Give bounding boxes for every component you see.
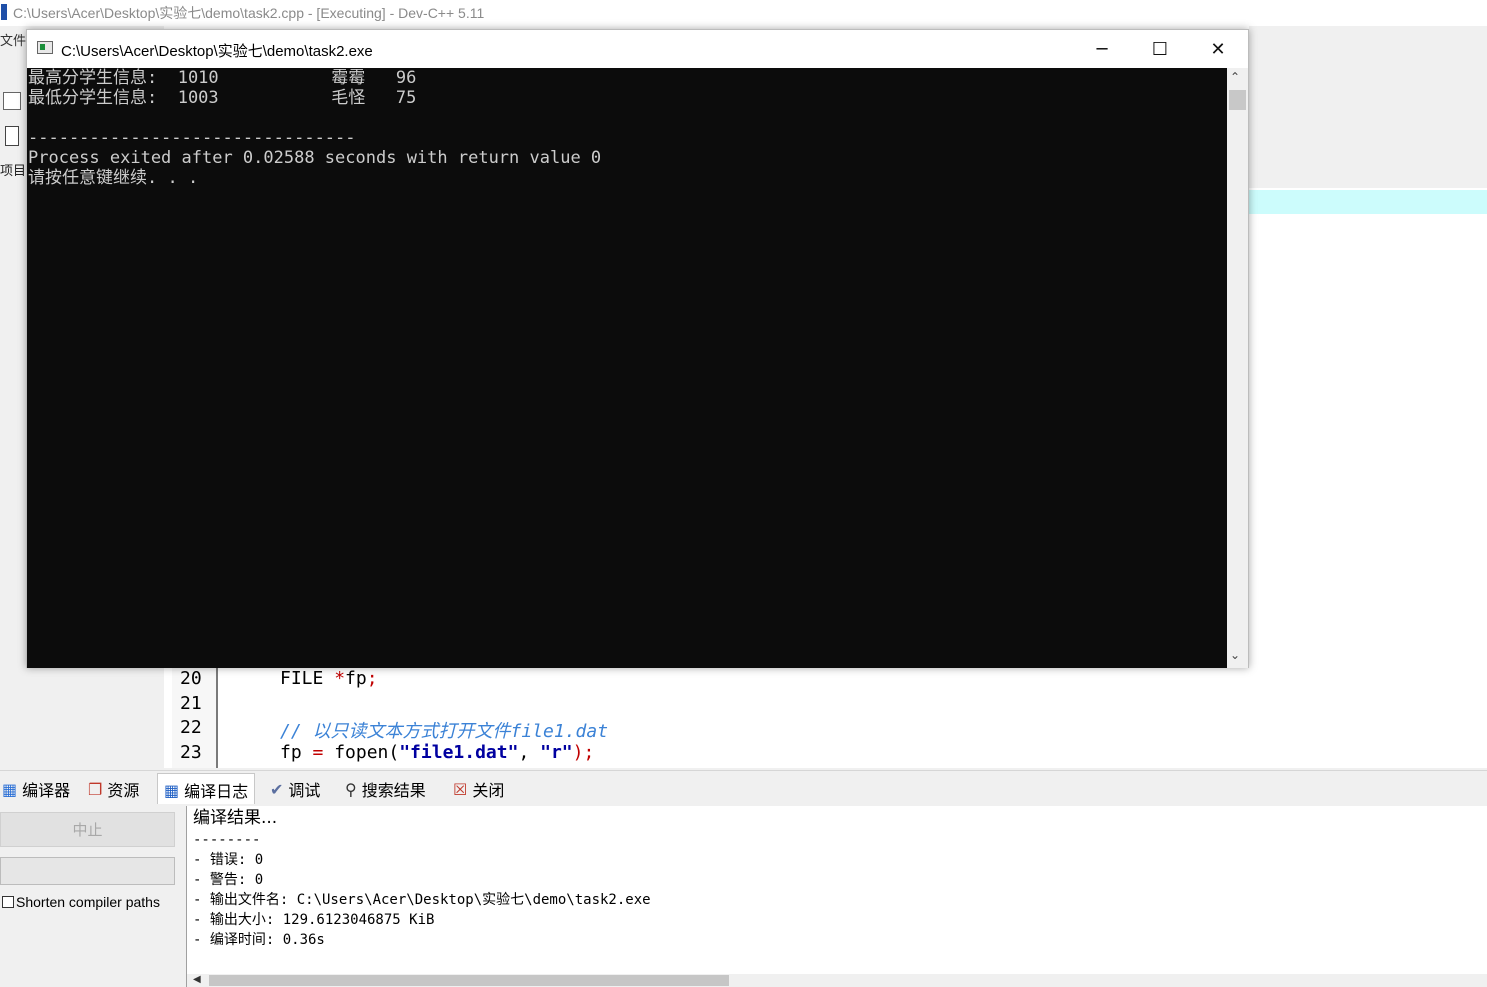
tab-label: 关闭	[472, 781, 505, 800]
tab-label: 编译器	[22, 781, 71, 800]
log-heading: 编译结果...	[193, 808, 278, 828]
scroll-down-icon[interactable]: ⌄	[1230, 648, 1240, 662]
code-line[interactable]: fp = fopen("file1.dat", "r");	[280, 742, 594, 763]
code-token: fp	[280, 742, 313, 763]
log-horizontal-scrollbar[interactable]: ◀	[187, 974, 1487, 987]
code-token: ,	[518, 742, 541, 763]
tab-label: 编译日志	[184, 782, 249, 801]
code-comment: // 以只读文本方式打开文件file1.dat	[280, 721, 609, 742]
code-operator: =	[312, 742, 324, 763]
tab-label: 资源	[107, 781, 140, 800]
tab-label: 调试	[288, 781, 321, 800]
abort-button[interactable]: 中止	[0, 812, 175, 847]
code-token: fp	[345, 668, 367, 689]
code-operator: *	[334, 668, 346, 689]
compile-progress-bar	[0, 857, 175, 885]
code-operator: ;	[366, 668, 378, 689]
minimize-button[interactable]: ─	[1073, 30, 1131, 68]
line-number: 20	[180, 668, 202, 689]
console-line: 请按任意键继续. . .	[28, 168, 199, 188]
bar-chart-icon: ▦	[164, 780, 180, 800]
console-line: 最高分学生信息: 1010 霉霉 96	[28, 68, 417, 88]
scroll-left-icon[interactable]: ◀	[193, 974, 201, 985]
check-icon: ✔	[270, 779, 284, 799]
resources-icon: ❐	[88, 779, 103, 799]
console-window-title: C:\Users\Acer\Desktop\实验七\demo\task2.exe	[61, 43, 373, 60]
log-line: - 输出大小: 129.6123046875 KiB	[193, 912, 435, 928]
editor-toolbar-area	[1249, 26, 1487, 188]
scroll-thumb[interactable]	[1229, 90, 1246, 110]
shorten-paths-label[interactable]: Shorten compiler paths	[16, 894, 160, 910]
code-string: "file1.dat"	[399, 742, 519, 763]
console-app-icon	[37, 41, 53, 54]
tab-project[interactable]: 项目	[0, 160, 26, 179]
tab-debug[interactable]: ✔ 调试	[270, 775, 320, 803]
ide-window-title: C:\Users\Acer\Desktop\实验七\demo\task2.cpp…	[13, 5, 485, 21]
menu-file[interactable]: 文件	[0, 30, 26, 49]
console-icon-accent	[40, 44, 45, 50]
console-scrollbar[interactable]: ⌃ ⌄	[1227, 68, 1248, 668]
code-string: "r"	[540, 742, 573, 763]
code-line[interactable]: FILE *fp;	[280, 668, 378, 689]
devcpp-app-icon	[1, 4, 7, 20]
line-number: 23	[180, 742, 202, 763]
line-number-gutter: 20 21 22 23	[172, 668, 218, 768]
log-line: - 编译时间: 0.36s	[193, 932, 325, 948]
scroll-up-icon[interactable]: ⌃	[1230, 70, 1240, 84]
console-window[interactable]: C:\Users\Acer\Desktop\实验七\demo\task2.exe…	[26, 29, 1249, 668]
console-line: 最低分学生信息: 1003 毛怪 75	[28, 88, 417, 108]
tab-resources[interactable]: ❐ 资源	[88, 775, 139, 803]
grid-icon: ▦	[2, 779, 18, 799]
scroll-thumb[interactable]	[209, 975, 729, 986]
log-line: - 错误: 0	[193, 852, 264, 868]
log-line: - 输出文件名: C:\Users\Acer\Desktop\实验七\demo\…	[193, 892, 651, 908]
console-line: Process exited after 0.02588 seconds wit…	[28, 148, 602, 168]
log-line: - 警告: 0	[193, 872, 264, 888]
toolbar-window-icon[interactable]	[3, 92, 21, 110]
line-number: 22	[180, 717, 202, 738]
close-button[interactable]: ✕	[1189, 30, 1247, 68]
ide-title-bar: C:\Users\Acer\Desktop\实验七\demo\task2.cpp…	[0, 0, 1487, 26]
console-line: --------------------------------	[28, 128, 356, 148]
code-token: fopen(	[323, 742, 400, 763]
compile-log[interactable]: 编译结果... -------- - 错误: 0 - 警告: 0 - 输出文件名…	[186, 806, 1487, 987]
toolbar-page-icon[interactable]	[5, 126, 19, 146]
tab-compile-log[interactable]: ▦ 编译日志	[157, 773, 256, 806]
line-number: 21	[180, 693, 202, 714]
tab-compiler[interactable]: ▦ 编译器	[2, 775, 70, 803]
console-output[interactable]: 最高分学生信息: 1010 霉霉 96 最低分学生信息: 1003 毛怪 75 …	[27, 68, 1227, 668]
search-icon: ⚲	[345, 779, 357, 799]
bottom-tab-bar: ▦ 编译器 ❐ 资源 ▦ 编译日志 ✔ 调试 ⚲ 搜索结果 ☒ 关闭	[0, 770, 1487, 806]
maximize-button[interactable]: ☐	[1131, 30, 1189, 68]
code-operator: );	[572, 742, 595, 763]
tab-label: 搜索结果	[361, 781, 426, 800]
code-line[interactable]: // 以只读文本方式打开文件file1.dat	[280, 717, 608, 743]
tab-close[interactable]: ☒ 关闭	[453, 775, 504, 803]
code-token: FILE	[280, 668, 335, 689]
log-line: --------	[193, 832, 261, 848]
tab-search-results[interactable]: ⚲ 搜索结果	[345, 775, 426, 803]
editor-current-line-highlight	[1249, 190, 1487, 214]
close-icon: ☒	[453, 779, 468, 799]
shorten-paths-checkbox[interactable]	[2, 896, 14, 908]
